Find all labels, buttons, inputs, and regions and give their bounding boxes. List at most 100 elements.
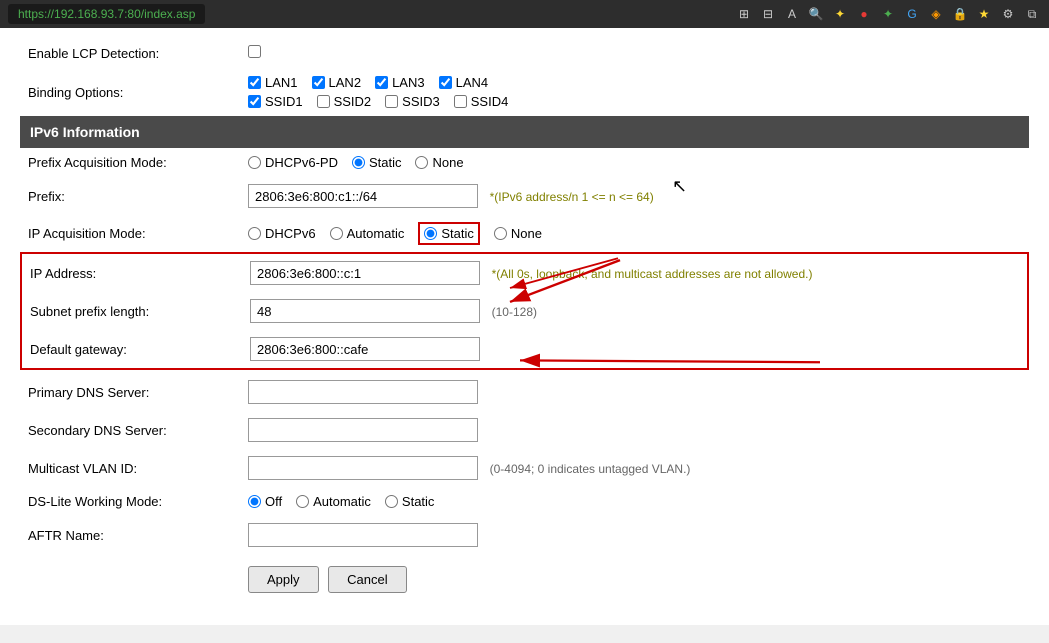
ssid4-checkbox-item[interactable]: SSID4 bbox=[454, 94, 509, 109]
subnet-prefix-row: Subnet prefix length: (10-128) bbox=[22, 292, 1027, 330]
enable-lcp-row: Enable LCP Detection: bbox=[20, 38, 1029, 68]
multicast-vlan-input[interactable] bbox=[248, 456, 478, 480]
subnet-prefix-hint: (10-128) bbox=[492, 305, 537, 319]
ip-address-hint: *(All 0s, loopback, and multicast addres… bbox=[492, 267, 813, 281]
lan3-checkbox-item[interactable]: LAN3 bbox=[375, 75, 425, 90]
ssid3-checkbox-item[interactable]: SSID3 bbox=[385, 94, 440, 109]
prefix-none-radio[interactable] bbox=[415, 156, 428, 169]
ssid1-checkbox-item[interactable]: SSID1 bbox=[248, 94, 303, 109]
ssid-checkboxes: SSID1 SSID2 SSID3 SSID4 bbox=[248, 94, 1021, 109]
primary-dns-input[interactable] bbox=[248, 380, 478, 404]
font-icon: A bbox=[783, 5, 801, 23]
ssid1-checkbox[interactable] bbox=[248, 95, 261, 108]
ssid3-checkbox[interactable] bbox=[385, 95, 398, 108]
ds-off-label: Off bbox=[265, 494, 282, 509]
lan3-checkbox[interactable] bbox=[375, 76, 388, 89]
ssid2-checkbox[interactable] bbox=[317, 95, 330, 108]
ip-address-value-cell: *(All 0s, loopback, and multicast addres… bbox=[242, 254, 1027, 292]
buttons-cell: Apply Cancel bbox=[240, 554, 1029, 605]
ext-icon-8: ⧉ bbox=[1023, 5, 1041, 23]
prefix-hint: *(IPv6 address/n 1 <= n <= 64) bbox=[490, 190, 654, 204]
zoom-icon: 🔍 bbox=[807, 5, 825, 23]
ipv6-section-header: IPv6 Information bbox=[20, 116, 1029, 148]
buttons-label-cell bbox=[20, 554, 240, 605]
primary-dns-label: Primary DNS Server: bbox=[20, 373, 240, 411]
highlighted-fields-table: IP Address: *(All 0s, loopback, and mult… bbox=[22, 254, 1027, 368]
lan1-checkbox[interactable] bbox=[248, 76, 261, 89]
secondary-dns-input[interactable] bbox=[248, 418, 478, 442]
grid-icon: ⊟ bbox=[759, 5, 777, 23]
prefix-static-radio[interactable] bbox=[352, 156, 365, 169]
ds-lite-radio-group: Off Automatic Static bbox=[248, 494, 1021, 509]
primary-dns-row: Primary DNS Server: bbox=[20, 373, 1029, 411]
multicast-vlan-row: Multicast VLAN ID: (0-4094; 0 indicates … bbox=[20, 449, 1029, 487]
lan4-checkbox-item[interactable]: LAN4 bbox=[439, 75, 489, 90]
ip-acquisition-options: DHCPv6 Automatic Static None bbox=[240, 215, 1029, 252]
aftr-row: AFTR Name: bbox=[20, 516, 1029, 554]
browser-icon-bar: ⊞ ⊟ A 🔍 ✦ ● ✦ G ◈ 🔒 ★ ⚙ ⧉ bbox=[735, 5, 1041, 23]
ds-static-option[interactable]: Static bbox=[385, 494, 435, 509]
ip-none-option[interactable]: None bbox=[494, 226, 542, 241]
aftr-value-cell bbox=[240, 516, 1029, 554]
secondary-dns-value-cell bbox=[240, 411, 1029, 449]
ipv6-section-title: IPv6 Information bbox=[20, 116, 1029, 148]
secondary-dns-label: Secondary DNS Server: bbox=[20, 411, 240, 449]
lan4-label: LAN4 bbox=[456, 75, 489, 90]
ds-off-radio[interactable] bbox=[248, 495, 261, 508]
ds-off-option[interactable]: Off bbox=[248, 494, 282, 509]
enable-lcp-checkbox[interactable] bbox=[248, 45, 261, 58]
prefix-acquisition-label: Prefix Acquisition Mode: bbox=[20, 148, 240, 177]
ip-address-row: IP Address: *(All 0s, loopback, and mult… bbox=[20, 252, 1029, 373]
prefix-static-label: Static bbox=[369, 155, 402, 170]
binding-options-label: Binding Options: bbox=[20, 68, 240, 116]
apply-button[interactable]: Apply bbox=[248, 566, 319, 593]
subnet-prefix-input[interactable] bbox=[250, 299, 480, 323]
prefix-static-option[interactable]: Static bbox=[352, 155, 402, 170]
lan2-checkbox-item[interactable]: LAN2 bbox=[312, 75, 362, 90]
automatic-radio[interactable] bbox=[330, 227, 343, 240]
lan2-label: LAN2 bbox=[329, 75, 362, 90]
ds-automatic-radio[interactable] bbox=[296, 495, 309, 508]
ip-acquisition-row: IP Acquisition Mode: DHCPv6 Automatic St… bbox=[20, 215, 1029, 252]
dhcpv6pd-label: DHCPv6-PD bbox=[265, 155, 338, 170]
automatic-option[interactable]: Automatic bbox=[330, 226, 405, 241]
bookmark-icon: ✦ bbox=[831, 5, 849, 23]
aftr-input[interactable] bbox=[248, 523, 478, 547]
ds-automatic-option[interactable]: Automatic bbox=[296, 494, 371, 509]
ext-icon-7: ⚙ bbox=[999, 5, 1017, 23]
dhcpv6pd-option[interactable]: DHCPv6-PD bbox=[248, 155, 338, 170]
binding-checkboxes: LAN1 LAN2 LAN3 LAN4 bbox=[248, 75, 1021, 90]
ext-icon-3: G bbox=[903, 5, 921, 23]
ip-address-label: IP Address: bbox=[22, 254, 242, 292]
ds-lite-options-cell: Off Automatic Static bbox=[240, 487, 1029, 516]
prefix-acquisition-radio-group: DHCPv6-PD Static None bbox=[248, 155, 1021, 170]
ssid4-label: SSID4 bbox=[471, 94, 509, 109]
highlighted-fields-cell: IP Address: *(All 0s, loopback, and mult… bbox=[20, 252, 1029, 373]
aftr-label: AFTR Name: bbox=[20, 516, 240, 554]
buttons-row: Apply Cancel bbox=[20, 554, 1029, 605]
ip-static-option[interactable]: Static bbox=[418, 222, 480, 245]
lan4-checkbox[interactable] bbox=[439, 76, 452, 89]
ssid3-label: SSID3 bbox=[402, 94, 440, 109]
lan2-checkbox[interactable] bbox=[312, 76, 325, 89]
ip-address-input[interactable] bbox=[250, 261, 480, 285]
ds-static-radio[interactable] bbox=[385, 495, 398, 508]
ssid2-checkbox-item[interactable]: SSID2 bbox=[317, 94, 372, 109]
dhcpv6pd-radio[interactable] bbox=[248, 156, 261, 169]
default-gateway-input[interactable] bbox=[250, 337, 480, 361]
dhcpv6-option[interactable]: DHCPv6 bbox=[248, 226, 316, 241]
ssid4-checkbox[interactable] bbox=[454, 95, 467, 108]
ds-lite-label: DS-Lite Working Mode: bbox=[20, 487, 240, 516]
ssid1-label: SSID1 bbox=[265, 94, 303, 109]
prefix-none-option[interactable]: None bbox=[415, 155, 463, 170]
ds-lite-row: DS-Lite Working Mode: Off Automatic Stat… bbox=[20, 487, 1029, 516]
ip-acquisition-label: IP Acquisition Mode: bbox=[20, 215, 240, 252]
page-content: Enable LCP Detection: Binding Options: L… bbox=[0, 28, 1049, 625]
ip-static-radio[interactable] bbox=[424, 227, 437, 240]
cancel-button[interactable]: Cancel bbox=[328, 566, 406, 593]
lan1-checkbox-item[interactable]: LAN1 bbox=[248, 75, 298, 90]
ip-none-radio[interactable] bbox=[494, 227, 507, 240]
prefix-input[interactable] bbox=[248, 184, 478, 208]
dhcpv6-radio[interactable] bbox=[248, 227, 261, 240]
url-bar[interactable]: https://192.168.93.7:80/index.asp bbox=[8, 4, 205, 24]
